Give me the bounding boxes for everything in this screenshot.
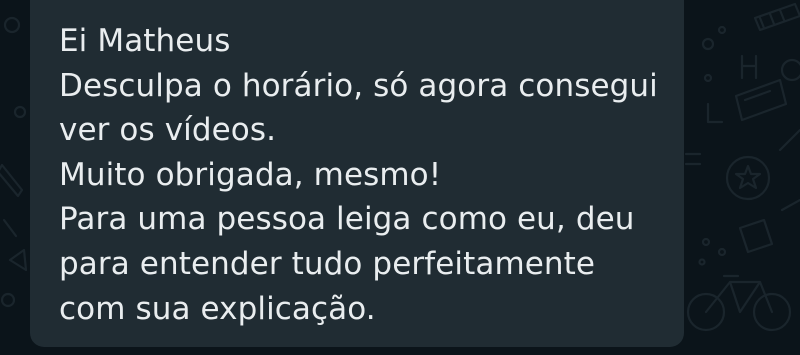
pencil-icon [0, 163, 28, 272]
message-line: Desculpa o horário, só agora consegui [59, 67, 658, 104]
message-text: Ei Matheus Desculpa o horário, só agora … [59, 19, 679, 331]
message-line: com sua explicação. [59, 290, 376, 327]
star-icon [684, 152, 771, 201]
message-bubble[interactable]: Ei Matheus Desculpa o horário, só agora … [30, 0, 684, 347]
circle-doodle-icon [698, 25, 727, 266]
message-line: Muito obrigada, mesmo! [59, 156, 442, 193]
message-line: Para uma pessoa leiga como eu, deu [59, 201, 635, 238]
bicycle-icon [686, 274, 792, 332]
message-line: para entender tudo perfeitamente [59, 245, 596, 282]
pencil-icon [753, 2, 800, 32]
message-line: Ei Matheus [59, 23, 231, 59]
message-line: ver os vídeos. [59, 112, 277, 149]
chair-icon [706, 54, 788, 124]
